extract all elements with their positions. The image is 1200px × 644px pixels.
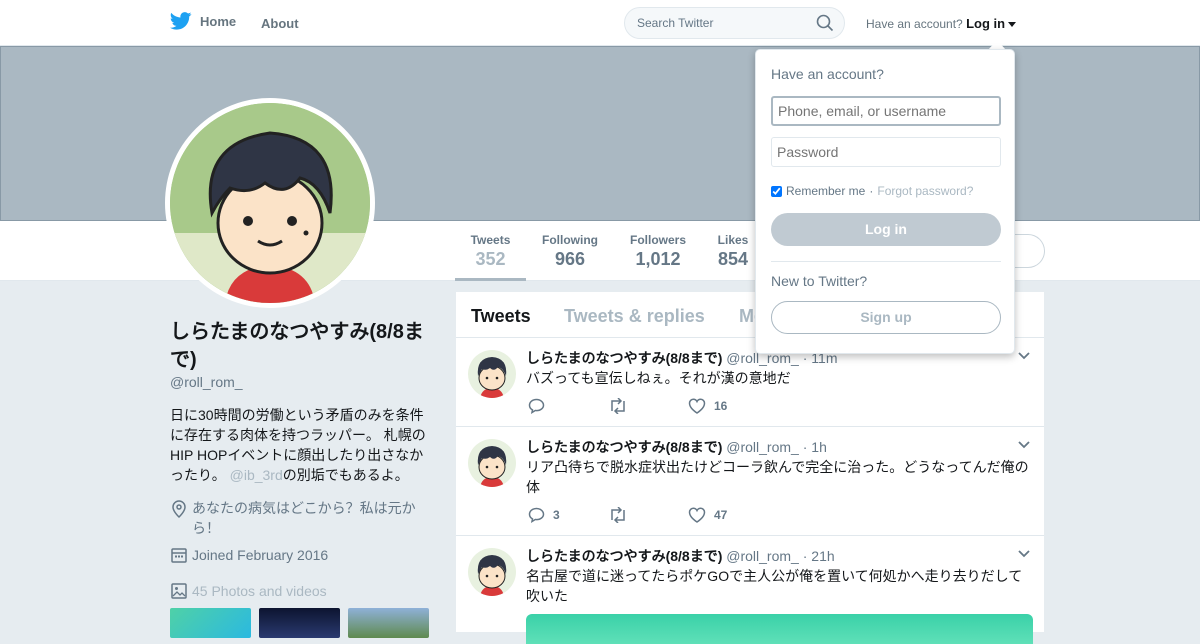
reply-icon	[528, 398, 545, 414]
bio-mention-link[interactable]: @ib_3rd	[230, 467, 283, 483]
tweet-media-image[interactable]	[526, 614, 1033, 644]
stat-label: Followers	[629, 233, 686, 247]
photos-videos-link[interactable]: 45 Photos and videos	[192, 583, 327, 599]
search-icon[interactable]	[816, 14, 834, 32]
tweet[interactable]: しらたまのなつやすみ(8/8まで) @roll_rom_ · 1h リア凸待ちで…	[456, 427, 1044, 536]
chevron-down-icon[interactable]	[1018, 352, 1030, 360]
profile-avatar[interactable]	[165, 98, 375, 308]
have-account-text: Have an account?	[866, 17, 963, 31]
tweet-text: 名古屋で道に迷ってたらポケGOで主人公が俺を置いて何処かへ走り去りだして吹いた	[526, 568, 1023, 604]
login-dropdown: Have an account? Remember me · Forgot pa…	[755, 49, 1015, 354]
tweet-avatar[interactable]	[468, 548, 516, 596]
stat-label: Following	[542, 233, 598, 247]
caret-down-icon	[1008, 22, 1017, 27]
tab-tweets-replies[interactable]: Tweets & replies	[564, 306, 705, 327]
login-link[interactable]: Log in	[966, 16, 1005, 31]
photo-icon	[171, 583, 187, 599]
stat-followers[interactable]: Followers 1,012	[626, 233, 690, 270]
tweet-author-handle[interactable]: @roll_rom_	[726, 548, 799, 564]
profile-location: あなたの病気はどこから？私は元から！	[192, 500, 416, 536]
stat-tweets[interactable]: Tweets 352	[455, 233, 526, 281]
login-toggle[interactable]: Have an account? Log in	[866, 16, 1017, 31]
remember-me-checkbox[interactable]	[771, 185, 782, 197]
remember-me-label[interactable]: Remember me	[786, 184, 865, 198]
retweet-action[interactable]	[608, 398, 688, 414]
chevron-down-icon[interactable]	[1018, 441, 1030, 449]
tweet-dot: ·	[802, 548, 808, 564]
media-thumbnail[interactable]	[348, 608, 429, 638]
stat-following[interactable]: Following 966	[538, 233, 602, 270]
reply-icon	[528, 507, 545, 523]
tweet-dot: ·	[802, 439, 808, 455]
stat-value: 854	[717, 249, 749, 269]
nav-about[interactable]: About	[261, 16, 299, 31]
stat-label: Tweets	[470, 233, 511, 247]
tweet-actions: 3 47	[528, 507, 768, 523]
calendar-icon	[171, 548, 187, 563]
like-action[interactable]: 47	[688, 507, 768, 523]
tab-tweets[interactable]: Tweets	[471, 306, 531, 327]
media-thumbnail[interactable]	[170, 608, 251, 638]
remember-row: Remember me · Forgot password?	[771, 184, 973, 198]
tweet-time[interactable]: 1h	[811, 439, 827, 455]
tweet-author-name[interactable]: しらたまのなつやすみ(8/8まで)	[526, 350, 722, 366]
stat-value: 966	[554, 249, 586, 269]
retweet-icon	[611, 398, 625, 414]
chevron-down-icon[interactable]	[1018, 550, 1030, 558]
avatar-illustration	[170, 103, 370, 303]
forgot-password-link[interactable]: Forgot password?	[877, 184, 973, 198]
dropdown-title: Have an account?	[771, 66, 884, 82]
reply-count: 3	[553, 508, 560, 522]
profile-handle[interactable]: @roll_rom_	[170, 374, 243, 390]
tweet-header: しらたまのなつやすみ(8/8まで) @roll_rom_ · 21h	[526, 546, 835, 566]
top-navigation-bar: Home About Search Twitter Have an accoun…	[0, 0, 1200, 46]
tweet[interactable]: しらたまのなつやすみ(8/8まで) @roll_rom_ · 21h 名古屋で道…	[456, 536, 1044, 644]
twitter-bird-icon	[170, 12, 192, 30]
heart-icon	[688, 507, 706, 523]
new-to-twitter-text: New to Twitter?	[771, 273, 868, 289]
stat-value: 1,012	[635, 249, 681, 269]
retweet-icon	[611, 507, 625, 523]
tweet-text: リア凸待ちで脱水症状出たけどコーラ飲んで完全に治った。どうなってんだ俺の体	[526, 459, 1029, 495]
tweet-author-name[interactable]: しらたまのなつやすみ(8/8まで)	[526, 548, 722, 564]
search-input[interactable]: Search Twitter	[624, 7, 845, 39]
stat-value: 352	[475, 249, 506, 269]
tweet-header: しらたまのなつやすみ(8/8まで) @roll_rom_ · 1h	[526, 437, 827, 457]
stat-label: Likes	[717, 233, 749, 247]
stat-likes[interactable]: Likes 854	[713, 233, 753, 270]
password-field[interactable]	[771, 137, 1001, 167]
retweet-action[interactable]	[608, 507, 688, 523]
separator-dot: ·	[869, 184, 874, 198]
bio-text-end: の別垢でもあるよ。	[282, 467, 409, 483]
profile-joined: Joined February 2016	[192, 547, 329, 563]
profile-bio: 日に30時間の労働という矛盾のみを条件に存在する肉体を持つラッパー。 札幌のHI…	[170, 405, 432, 485]
login-button[interactable]: Log in	[771, 213, 1001, 246]
media-thumbnail[interactable]	[259, 608, 340, 638]
tweet-avatar[interactable]	[468, 350, 516, 398]
nav-home[interactable]: Home	[170, 12, 236, 30]
tweet-avatar[interactable]	[468, 439, 516, 487]
like-count: 16	[714, 399, 728, 413]
like-count: 47	[714, 508, 728, 522]
tweet-time[interactable]: 21h	[811, 548, 834, 564]
location-icon	[172, 500, 186, 518]
divider	[771, 261, 1001, 262]
heart-icon	[688, 398, 706, 414]
nav-home-label: Home	[200, 13, 237, 29]
reply-action[interactable]	[528, 398, 608, 414]
tweet-author-handle[interactable]: @roll_rom_	[726, 439, 799, 455]
reply-action[interactable]: 3	[528, 507, 608, 523]
tweet-actions: 16	[528, 398, 768, 414]
signup-button[interactable]: Sign up	[771, 301, 1001, 334]
like-action[interactable]: 16	[688, 398, 768, 414]
tweet-author-name[interactable]: しらたまのなつやすみ(8/8まで)	[526, 439, 722, 455]
username-field[interactable]	[771, 96, 1001, 126]
profile-name: しらたまのなつやすみ(8/8まで)	[170, 321, 424, 371]
tweet-text: バズっても宣伝しねぇ。それが漢の意地だ	[526, 370, 791, 386]
